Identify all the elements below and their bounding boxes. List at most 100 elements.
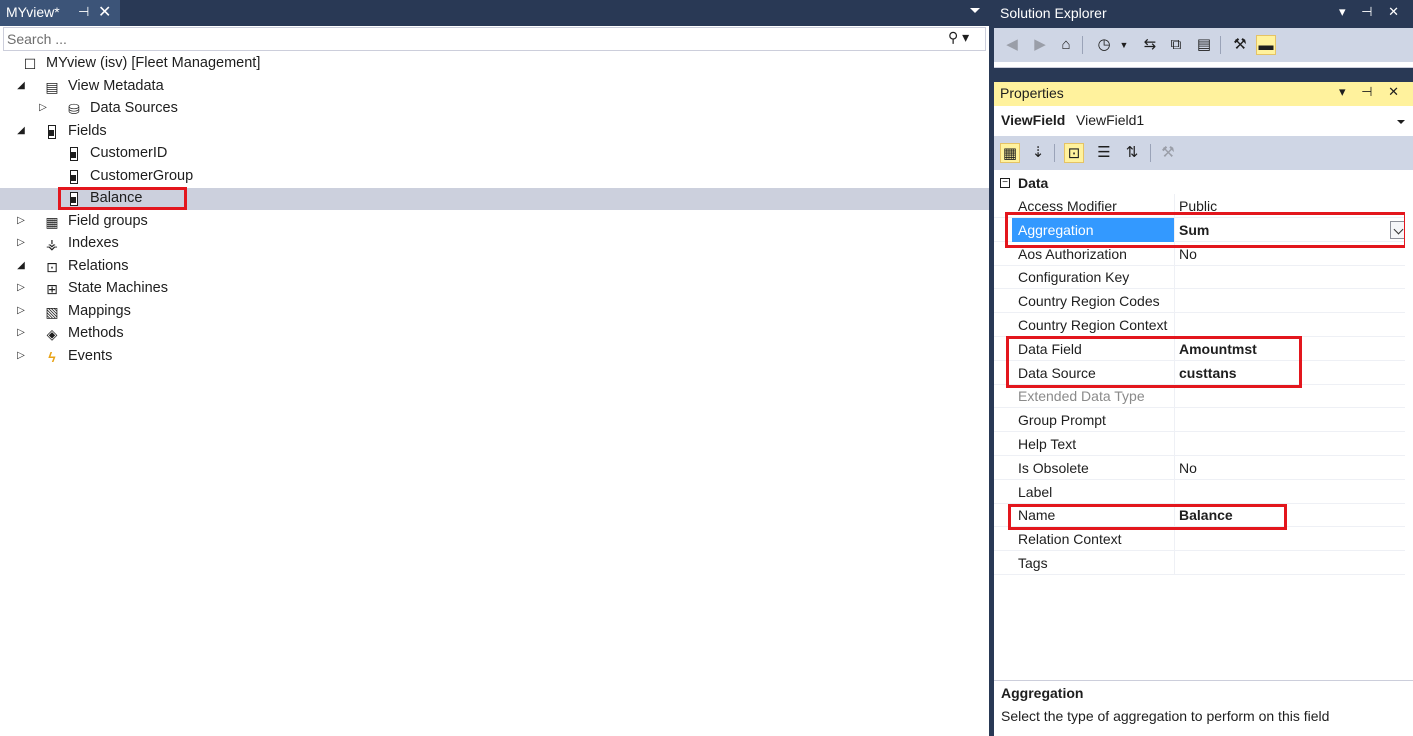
property-row[interactable]: Is Obsolete No (994, 455, 1413, 480)
category-row-data[interactable]: − Data (994, 172, 1413, 194)
property-name: Name (1018, 507, 1056, 524)
tree-node[interactable]: ▷ ◈ Methods (0, 323, 989, 345)
tree-node[interactable]: ▷ ▧ Mappings (0, 301, 989, 323)
expand-icon[interactable]: ▷ (16, 350, 26, 364)
property-name: Help Text (1018, 436, 1077, 452)
tree-node[interactable]: ☐ MYview (isv) [Fleet Management] (0, 53, 989, 75)
collapse-all-icon[interactable]: ⧉ (1166, 35, 1186, 55)
property-row[interactable]: Configuration Key (994, 265, 1413, 290)
categorized-icon[interactable]: ▦ (1000, 143, 1020, 163)
property-name: Aggregation (1018, 221, 1094, 238)
sync-icon[interactable]: ⇆ (1140, 35, 1160, 55)
property-value[interactable]: No (1179, 460, 1197, 476)
chevron-down-icon[interactable]: ▼ (1114, 35, 1134, 55)
property-name: Group Prompt (1018, 412, 1106, 429)
property-value[interactable]: No (1179, 246, 1197, 262)
tree-node[interactable]: ▷ ⊞ State Machines (0, 278, 989, 300)
mappings-icon: ▧ (45, 303, 59, 320)
collapse-icon[interactable]: ◢ (16, 260, 26, 274)
solution-explorer-search-sliver[interactable] (994, 62, 1413, 68)
property-row[interactable]: Label (994, 479, 1413, 504)
property-value[interactable]: Sum (1179, 222, 1209, 238)
tree-node[interactable]: Balance (0, 188, 989, 210)
property-row[interactable]: Help Text (994, 432, 1413, 456)
search-box[interactable]: ⚲ ▾ (3, 27, 986, 51)
tree-node[interactable]: ◢ ⊡ Relations (0, 256, 989, 278)
back-icon[interactable]: ◀ (1002, 35, 1022, 55)
tree-node-label: Indexes (68, 235, 119, 251)
property-value[interactable]: Amountmst (1179, 341, 1257, 357)
window-controls[interactable]: ▾ ⊣ ✕ (1339, 4, 1405, 20)
search-icon[interactable]: ⚲ ▾ (948, 29, 980, 49)
expand-icon[interactable]: ▷ (38, 102, 48, 116)
document-tab[interactable]: MYview* ⊣ ✕ (0, 0, 120, 26)
properties-view-icon[interactable]: ⊡ (1064, 143, 1084, 163)
window-controls[interactable]: ▾ ⊣ ✕ (1339, 84, 1405, 100)
view-icon: ☐ (23, 56, 37, 72)
expand-icon[interactable]: ▷ (16, 282, 26, 296)
property-value[interactable]: Public (1179, 198, 1217, 214)
chevron-down-icon[interactable] (1397, 120, 1405, 124)
property-row[interactable]: Country Region Codes (994, 289, 1413, 314)
property-grid-scrollbar[interactable] (1405, 170, 1413, 680)
expand-icon[interactable]: ▷ (16, 215, 26, 229)
forward-icon[interactable]: ▶ (1030, 35, 1050, 55)
events-view-icon[interactable]: ☰ (1094, 143, 1114, 163)
property-row[interactable]: Tags (994, 551, 1413, 575)
tree-node[interactable]: ▷ ⛁ Data Sources (0, 98, 989, 120)
properties-header: Properties ▾ ⊣ ✕ (994, 82, 1413, 106)
expand-icon[interactable]: ▷ (16, 305, 26, 319)
tree-node[interactable]: ▷ ▦ Field groups (0, 211, 989, 233)
property-row[interactable]: Extended Data Type (994, 384, 1413, 409)
tree-node[interactable]: ▷ ϟ Events (0, 346, 989, 368)
expand-icon[interactable]: ▷ (16, 327, 26, 341)
property-row[interactable]: Aos Authorization No (994, 241, 1413, 266)
close-icon[interactable]: ✕ (98, 2, 111, 22)
wrench-icon[interactable]: ⚒ (1158, 143, 1178, 163)
property-row[interactable]: Group Prompt (994, 408, 1413, 433)
alphabetical-icon[interactable]: ⇣ (1028, 143, 1048, 163)
field-icon (66, 191, 82, 207)
property-row[interactable]: Data Source custtans (994, 360, 1413, 385)
object-selector[interactable]: ViewField ViewField1 (994, 108, 1413, 134)
property-name: Configuration Key (1018, 269, 1130, 286)
property-name: Access Modifier (1018, 198, 1117, 214)
property-name: Data Source (1018, 364, 1096, 381)
tree-node[interactable]: CustomerID (0, 143, 989, 165)
preview-icon[interactable]: ▬ (1256, 35, 1276, 55)
tree-node-label: Methods (68, 325, 124, 341)
property-value[interactable]: Balance (1179, 507, 1233, 523)
metadata-icon: ▤ (45, 78, 59, 95)
methods-icon: ◈ (46, 326, 58, 342)
tree-node-label: CustomerGroup (90, 167, 194, 184)
property-row[interactable]: Country Region Context (994, 313, 1413, 337)
tree-node[interactable]: CustomerGroup (0, 166, 989, 188)
description-panel: Aggregation Select the type of aggregati… (994, 680, 1413, 736)
database-icon: ⛁ (68, 101, 80, 117)
collapse-icon[interactable]: ◢ (16, 125, 26, 139)
tree-node[interactable]: ▷ ⚶ Indexes (0, 233, 989, 255)
expand-icon[interactable]: ▷ (16, 237, 26, 251)
property-name: Extended Data Type (1018, 388, 1145, 405)
property-row[interactable]: Aggregation Sum (994, 217, 1413, 242)
sort-icon[interactable]: ⇅ (1122, 143, 1142, 163)
property-row[interactable]: Data Field Amountmst (994, 336, 1413, 361)
property-name: Is Obsolete (1018, 459, 1089, 476)
collapse-icon[interactable]: − (1000, 178, 1010, 188)
tree-node[interactable]: ◢ ▤ View Metadata (0, 76, 989, 98)
show-all-files-icon[interactable]: ▤ (1194, 35, 1214, 55)
property-row[interactable]: Name Balance (994, 503, 1413, 528)
history-icon[interactable]: ◷ (1094, 35, 1114, 55)
property-row[interactable]: Relation Context (994, 527, 1413, 552)
wrench-icon[interactable]: ⚒ (1230, 35, 1250, 55)
pin-icon[interactable]: ⊣ (78, 4, 89, 20)
home-icon[interactable]: ⌂ (1056, 35, 1076, 55)
solution-explorer-header: Solution Explorer ▾ ⊣ ✕ (994, 0, 1413, 28)
chevron-down-icon[interactable] (970, 8, 980, 13)
search-input[interactable] (7, 29, 927, 49)
description-title: Aggregation (1001, 685, 1084, 701)
collapse-icon[interactable]: ◢ (16, 80, 26, 94)
property-value[interactable]: custtans (1179, 365, 1237, 381)
tree-node[interactable]: ◢ Fields (0, 121, 989, 143)
property-row[interactable]: Access Modifier Public (994, 194, 1413, 218)
